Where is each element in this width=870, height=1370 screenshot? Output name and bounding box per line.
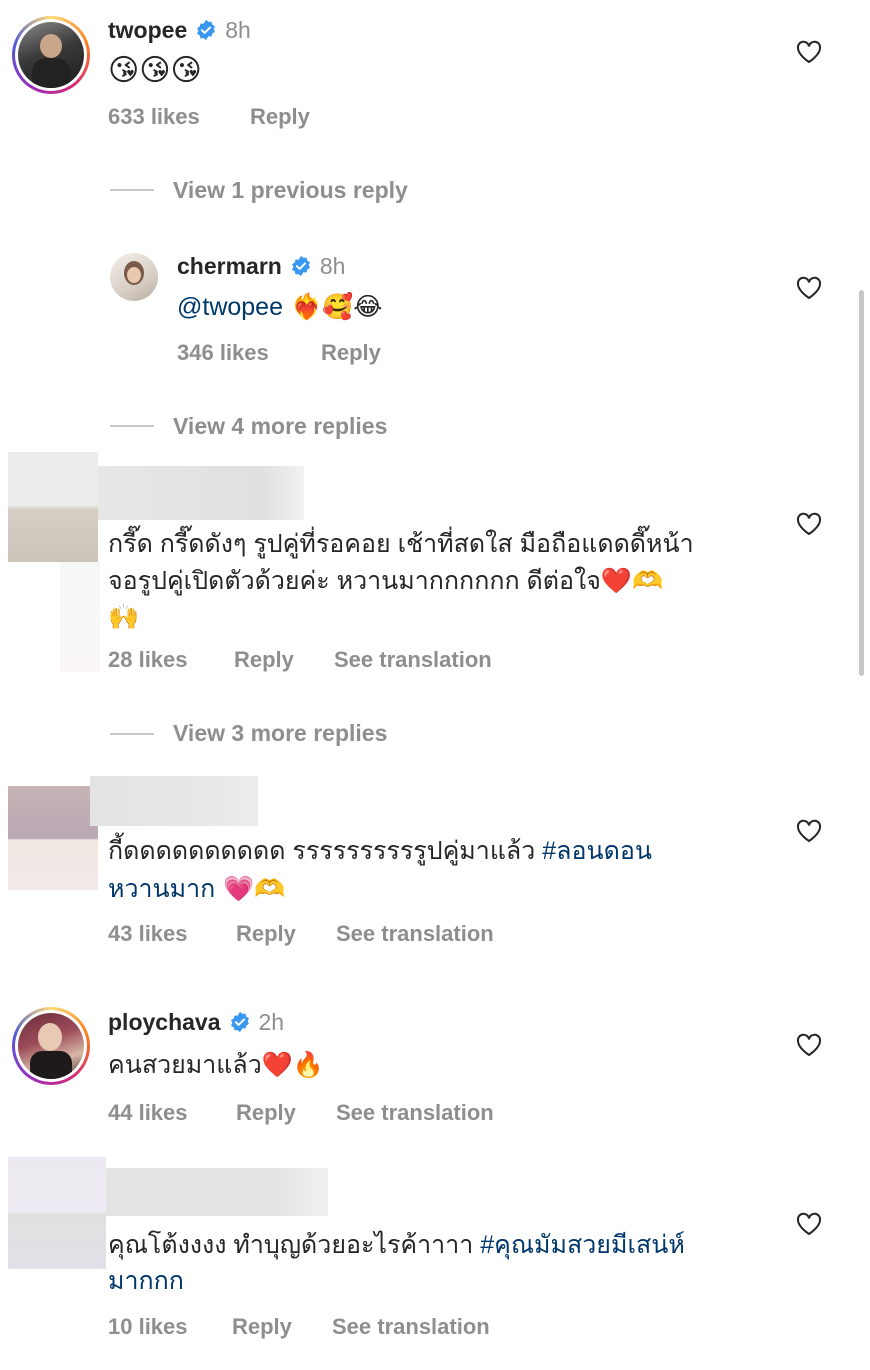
likes-count[interactable]: 43 likes xyxy=(108,921,188,947)
username-blurred[interactable] xyxy=(98,466,304,520)
avatar-blurred[interactable] xyxy=(8,786,98,890)
reply-button[interactable]: Reply xyxy=(236,921,296,947)
verified-badge-icon xyxy=(197,19,216,41)
username-twopee[interactable]: twopee xyxy=(108,17,187,44)
view-previous-replies-link[interactable]: View 1 previous reply xyxy=(173,177,408,204)
comment-text: กี้ดดดดดดดดดด รรรรรรรรรรูปคู่มาแล้ว xyxy=(108,837,543,865)
divider-line xyxy=(110,733,154,735)
likes-count[interactable]: 10 likes xyxy=(108,1314,188,1340)
view-more-replies-link[interactable]: View 4 more replies xyxy=(173,413,387,440)
avatar-ploychava[interactable] xyxy=(12,1007,90,1085)
divider-line xyxy=(110,425,154,427)
hashtag-link[interactable]: หวานมาก xyxy=(108,875,215,903)
view-more-replies-link[interactable]: View 3 more replies xyxy=(173,720,387,747)
mention-link[interactable]: @twopee xyxy=(177,293,283,321)
see-translation-link[interactable]: See translation xyxy=(336,1100,494,1126)
likes-count[interactable]: 44 likes xyxy=(108,1100,188,1126)
username-blurred[interactable] xyxy=(106,1168,328,1216)
comment-text: 😘😘😘 xyxy=(108,53,202,88)
reply-button[interactable]: Reply xyxy=(232,1314,292,1340)
avatar-chermarn[interactable] xyxy=(110,253,158,301)
likes-count[interactable]: 28 likes xyxy=(108,647,188,673)
comment-emoji: ❤️‍🔥🥰😂 xyxy=(283,292,383,321)
avatar-blurred[interactable] xyxy=(8,452,98,562)
heart-outline-icon[interactable] xyxy=(796,819,822,843)
heart-outline-icon[interactable] xyxy=(796,1033,822,1057)
heart-outline-icon[interactable] xyxy=(796,40,822,64)
reply-button[interactable]: Reply xyxy=(234,647,294,673)
hashtag-link[interactable]: มากกก xyxy=(108,1267,184,1295)
comment-text: 🙌 xyxy=(108,602,140,631)
avatar-blurred-ext xyxy=(60,562,100,672)
see-translation-link[interactable]: See translation xyxy=(336,921,494,947)
scrollbar[interactable] xyxy=(859,290,864,676)
likes-count[interactable]: 633 likes xyxy=(108,104,200,130)
comment-text: คุณโต้งงงง ทำบุญด้วยอะไรค้าาาา xyxy=(108,1231,481,1259)
avatar-blurred[interactable] xyxy=(8,1157,106,1269)
comment-text: กรี๊ด กรี๊ดดังๆ รูปคู่ที่รอคอย เช้าที่สด… xyxy=(108,530,694,558)
see-translation-link[interactable]: See translation xyxy=(334,647,492,673)
avatar-twopee[interactable] xyxy=(12,16,90,94)
likes-count[interactable]: 346 likes xyxy=(177,340,269,366)
divider-line xyxy=(110,189,154,191)
hashtag-link[interactable]: #ลอนดอน xyxy=(542,837,652,865)
comment-text: จอรูปคู่เปิดตัวด้วยค่ะ หวานมากกกกกก ดีต่… xyxy=(108,567,664,595)
comment-text: คนสวยมาแล้ว❤️🔥 xyxy=(108,1051,325,1079)
reply-button[interactable]: Reply xyxy=(250,104,310,130)
username-chermarn[interactable]: chermarn xyxy=(177,253,282,280)
comment-emoji: 💗🫶 xyxy=(215,874,286,903)
comment-time: 8h xyxy=(319,252,346,279)
comment-time: 8h xyxy=(225,16,251,43)
heart-outline-icon[interactable] xyxy=(796,1212,822,1236)
heart-outline-icon[interactable] xyxy=(796,512,822,536)
heart-outline-icon[interactable] xyxy=(796,276,822,300)
comment-time: 2h xyxy=(258,1008,285,1035)
username-blurred[interactable] xyxy=(90,776,258,826)
username-ploychava[interactable]: ploychava xyxy=(108,1009,221,1036)
verified-badge-icon xyxy=(230,1011,249,1033)
see-translation-link[interactable]: See translation xyxy=(332,1314,490,1340)
reply-button[interactable]: Reply xyxy=(321,340,381,366)
hashtag-link[interactable]: #คุณมัมสวยมีเสน่ห์ xyxy=(480,1231,685,1259)
reply-button[interactable]: Reply xyxy=(236,1100,296,1126)
verified-badge-icon xyxy=(291,255,310,277)
